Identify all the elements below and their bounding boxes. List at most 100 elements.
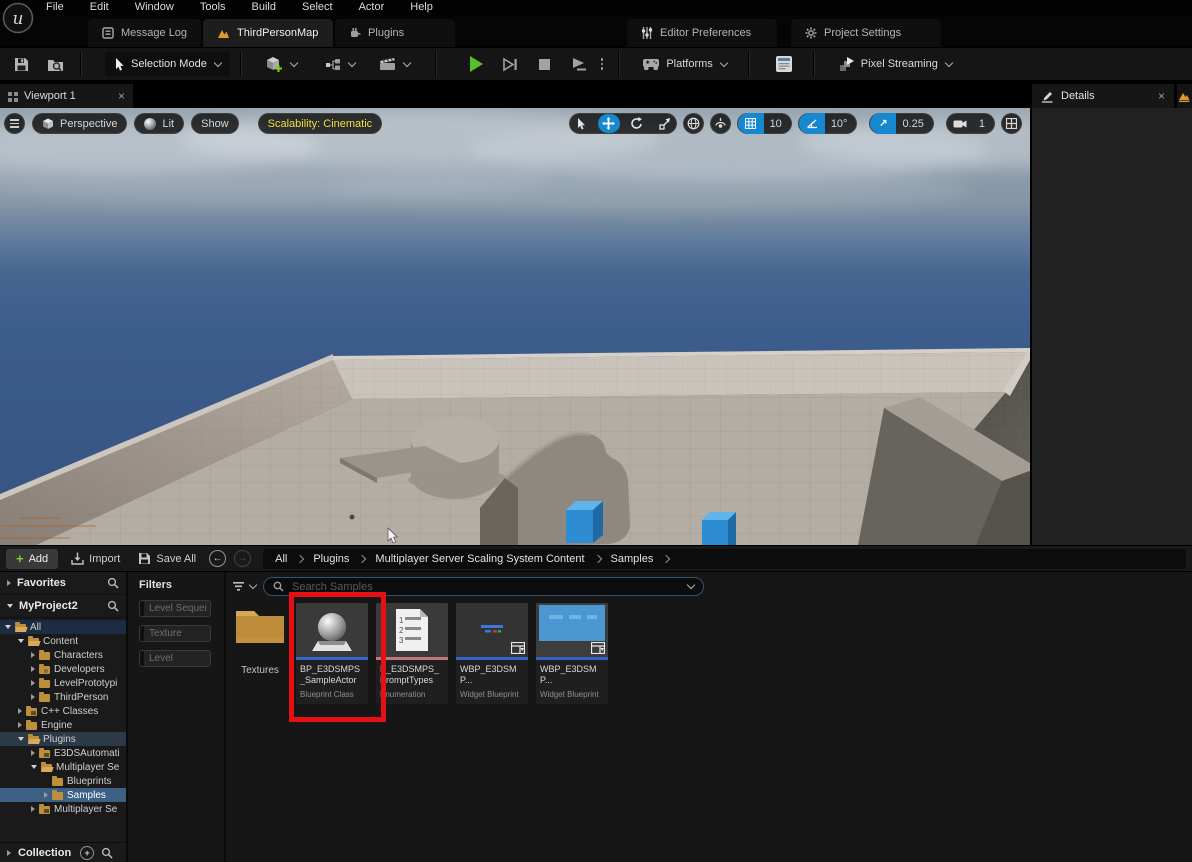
filter-level[interactable]: Level — [139, 650, 211, 667]
play-options-icon[interactable] — [598, 58, 607, 70]
add-button[interactable]: + Add — [6, 549, 58, 569]
project-header[interactable]: MyProject2 — [0, 595, 126, 618]
close-icon[interactable]: × — [118, 90, 125, 102]
search-icon[interactable] — [107, 600, 119, 612]
filter-texture[interactable]: Texture — [139, 625, 211, 642]
maximize-viewport-icon[interactable] — [1001, 113, 1022, 134]
world-coordinate-icon[interactable] — [683, 113, 704, 134]
tree-item-cpp-classes[interactable]: C++ Classes — [0, 704, 126, 718]
grid-snap-control[interactable]: 10 — [737, 113, 792, 134]
scale-snap-control[interactable]: ↗ 0.25 — [869, 113, 933, 134]
tree-item-all[interactable]: All — [0, 620, 126, 634]
tree-item-e3dsautomation[interactable]: E3DSAutomati — [0, 746, 126, 760]
viewport-options-menu[interactable] — [4, 113, 25, 134]
tab-world-settings-collapsed[interactable] — [1177, 84, 1192, 108]
level-icon — [217, 28, 230, 39]
search-icon[interactable] — [101, 847, 113, 859]
filter-level-sequence[interactable]: Level Sequei — [139, 600, 211, 617]
menu-actor[interactable]: Actor — [359, 1, 385, 13]
tab-details[interactable]: Details × — [1032, 84, 1174, 108]
forward-button[interactable]: → — [234, 550, 251, 567]
menu-build[interactable]: Build — [252, 1, 276, 13]
breadcrumb-samples[interactable]: Samples — [611, 553, 654, 565]
menu-tools[interactable]: Tools — [200, 1, 226, 13]
back-button[interactable]: ← — [209, 550, 226, 567]
eject-button[interactable] — [564, 52, 594, 76]
scalability-badge[interactable]: Scalability: Cinematic — [258, 113, 383, 134]
show-dropdown[interactable]: Show — [191, 113, 239, 134]
menu-window[interactable]: Window — [135, 1, 174, 13]
rotate-tool-icon[interactable] — [626, 114, 648, 133]
asset-card-wbp-1[interactable]: WBP_E3DSMP... Widget Blueprint — [456, 603, 528, 704]
blueprints-dropdown[interactable] — [318, 52, 362, 76]
move-tool-icon[interactable] — [598, 114, 620, 133]
lit-dropdown[interactable]: Lit — [134, 113, 184, 134]
rotation-snap-control[interactable]: 10° — [798, 113, 858, 134]
scale-tool-icon[interactable] — [654, 114, 676, 133]
tree-item-levelprototyping[interactable]: LevelPrototypi — [0, 676, 126, 690]
search-input[interactable] — [290, 580, 680, 594]
asset-type: Enumeration — [380, 690, 444, 699]
selection-mode-dropdown[interactable]: Selection Mode — [105, 52, 230, 76]
pencil-icon — [1041, 90, 1054, 103]
asset-card-bp-sampleactor[interactable]: BP_E3DSMPS_SampleActor Blueprint Class — [296, 603, 368, 704]
add-collection-icon[interactable]: + — [80, 846, 94, 860]
breadcrumb-plugins[interactable]: Plugins — [313, 553, 349, 565]
asset-grid: Textures BP_E3DSMPS_SampleActor Blueprin… — [232, 603, 1192, 704]
platforms-dropdown[interactable]: Platforms — [635, 52, 733, 76]
collection-header[interactable]: Collection + — [0, 842, 126, 862]
tab-editor-preferences[interactable]: Editor Preferences — [627, 19, 777, 47]
tree-item-engine[interactable]: Engine — [0, 718, 126, 732]
stop-button[interactable] — [530, 52, 560, 76]
message-log-icon — [102, 27, 114, 39]
unreal-logo-icon[interactable]: u — [2, 2, 34, 34]
tree-item-multiplayer-server-cpp[interactable]: Multiplayer Se — [0, 802, 126, 816]
favorites-header[interactable]: Favorites — [0, 572, 126, 595]
cinematics-dropdown[interactable] — [372, 52, 417, 76]
asset-folder-textures[interactable]: Textures — [232, 603, 288, 676]
chevron-down-icon — [945, 58, 953, 66]
close-icon[interactable]: × — [1158, 90, 1165, 102]
viewport-toolbar-left: Perspective Lit Show Scalability: Cinema… — [4, 113, 382, 134]
tree-item-characters[interactable]: Characters — [0, 648, 126, 662]
tree-item-multiplayer-server[interactable]: Multiplayer Se — [0, 760, 126, 774]
pixel-streaming-dropdown[interactable]: Pixel Streaming — [832, 52, 959, 76]
tab-third-person-map[interactable]: ThirdPersonMap — [203, 19, 333, 47]
viewport-3d-canvas[interactable]: Perspective Lit Show Scalability: Cinema… — [0, 108, 1030, 545]
tab-viewport-1[interactable]: Viewport 1 × — [0, 84, 133, 108]
save-button[interactable] — [6, 52, 36, 76]
surface-snapping-icon[interactable] — [710, 113, 731, 134]
chevron-down-icon — [290, 58, 298, 66]
breadcrumb-all[interactable]: All — [275, 553, 287, 565]
camera-speed-control[interactable]: 1 — [946, 113, 995, 134]
asset-type: Widget Blueprint — [540, 690, 604, 699]
tree-item-thirdperson[interactable]: ThirdPerson — [0, 690, 126, 704]
tree-item-plugins[interactable]: Plugins — [0, 732, 126, 746]
frame-skip-button[interactable] — [496, 52, 526, 76]
select-tool-icon[interactable] — [570, 114, 592, 133]
search-icon[interactable] — [107, 577, 119, 589]
tab-project-settings[interactable]: Project Settings — [791, 19, 941, 47]
chevron-down-icon[interactable] — [687, 581, 695, 589]
filter-funnel-icon[interactable] — [232, 581, 256, 592]
menu-file[interactable]: File — [46, 1, 64, 13]
import-button[interactable]: Import — [66, 552, 125, 565]
tab-message-log[interactable]: Message Log — [88, 19, 201, 47]
tab-plugins[interactable]: Plugins — [335, 19, 455, 47]
device-preview-button[interactable] — [769, 52, 799, 76]
menu-help[interactable]: Help — [410, 1, 433, 13]
menu-edit[interactable]: Edit — [90, 1, 109, 13]
tree-item-blueprints[interactable]: Blueprints — [0, 774, 126, 788]
tree-item-developers[interactable]: Developers — [0, 662, 126, 676]
perspective-dropdown[interactable]: Perspective — [32, 113, 127, 134]
tree-item-samples[interactable]: Samples — [0, 788, 126, 802]
content-browser-button[interactable] — [40, 52, 70, 76]
add-actor-dropdown[interactable] — [259, 52, 304, 76]
tree-item-content[interactable]: Content — [0, 634, 126, 648]
breadcrumb-plugin-content[interactable]: Multiplayer Server Scaling System Conten… — [375, 553, 584, 565]
play-button[interactable] — [462, 52, 492, 76]
asset-card-wbp-2[interactable]: WBP_E3DSMP... Widget Blueprint — [536, 603, 608, 704]
asset-card-enum-prompttypes[interactable]: 123 E_E3DSMPS_PromptTypes Enumeration — [376, 603, 448, 704]
menu-select[interactable]: Select — [302, 1, 333, 13]
save-all-button[interactable]: Save All — [133, 552, 201, 565]
